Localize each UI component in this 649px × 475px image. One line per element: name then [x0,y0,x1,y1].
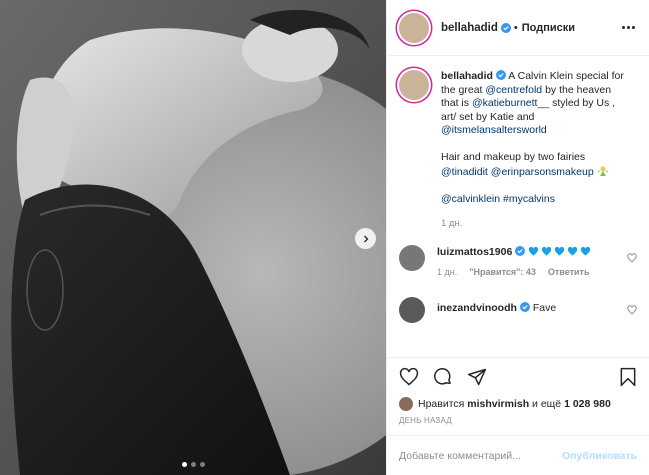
carousel-dot [181,462,187,467]
post-sidebar: bellahadid • Подписки bellahadid A Calvi… [386,0,649,475]
author-avatar[interactable] [399,12,429,43]
mention-link[interactable]: @tinadidit [441,166,488,178]
mention-link[interactable]: @erinparsonsmakeup [491,166,594,178]
comment-body: Fave [532,302,557,314]
post-header: bellahadid • Подписки [387,0,649,56]
caption-text: bellahadid A Calvin Klein special for th… [441,70,626,206]
caption-username[interactable]: bellahadid [441,70,493,82]
author-username[interactable]: bellahadid [441,22,498,34]
caption-text-4: Hair and makeup by two fairies [441,151,586,163]
comments-list[interactable]: bellahadid A Calvin Klein special for th… [387,56,649,357]
action-bar [387,357,649,395]
comment-username[interactable]: luizmattos1906 [437,246,512,258]
comment-item: luizmattos1906 1 дн. "Нравится": 43 Отве… [399,245,637,277]
blue-hearts [528,246,591,257]
comment-username[interactable]: inezandvinoodh [437,302,517,314]
blue-heart-icon [581,246,591,256]
post-date[interactable]: ДЕНЬ НАЗАД [387,413,649,435]
hashtag-link[interactable]: @calvinklein [441,193,500,205]
mention-link[interactable]: @katieburnett__ [472,97,549,109]
verified-badge-icon [495,70,506,80]
publish-button[interactable]: Опубликовать [562,450,637,462]
add-comment-bar: Опубликовать [387,435,649,475]
comment-item: inezandvinoodh Fave [399,297,637,323]
comment-meta: 1 дн. "Нравится": 43 Ответить [437,267,607,277]
comment-avatar[interactable] [399,297,425,323]
more-options-icon[interactable] [622,26,635,29]
liker-avatar[interactable] [399,397,413,411]
like-comment-icon[interactable] [627,305,637,315]
blue-heart-icon [568,246,578,256]
likes-prefix: Нравится [418,398,465,410]
comment-time[interactable]: 1 дн. [437,267,457,277]
verified-badge-icon [515,246,526,256]
comment-text: inezandvinoodh Fave [437,297,607,323]
caption-avatar[interactable] [399,70,429,100]
share-icon[interactable] [467,367,487,387]
likes-summary: Нравится mishvirmish и ещё 1 028 980 [387,395,649,413]
heart-icon[interactable] [399,367,419,387]
photo-image [0,0,386,475]
header-separator: • [513,21,518,34]
instagram-post: bellahadid • Подписки bellahadid A Calvi… [0,0,649,475]
reply-button[interactable]: Ответить [548,267,590,277]
verified-badge-icon [500,22,511,33]
carousel-dots [0,462,386,467]
following-button[interactable]: Подписки [522,22,575,34]
next-slide-button[interactable] [355,228,376,249]
caption: bellahadid A Calvin Klein special for th… [399,70,637,229]
carousel-dot [190,462,196,467]
like-comment-icon[interactable] [627,253,637,263]
comment-text: luizmattos1906 [437,245,607,259]
comment-input[interactable] [399,449,563,462]
carousel-dot [199,462,205,467]
hashtag-link[interactable]: #mycalvins [503,193,555,205]
liker-username[interactable]: mishvirmish [467,398,529,410]
verified-badge-icon [519,302,530,312]
mention-link[interactable]: @centrefold [485,84,542,96]
comment-icon[interactable] [433,367,453,387]
blue-heart-icon [555,246,565,256]
blue-heart-icon [542,246,552,256]
chevron-right-icon [363,235,368,242]
fairy-emoji-icon [597,166,608,176]
bookmark-icon[interactable] [619,367,637,387]
post-photo[interactable] [0,0,386,475]
likes-count[interactable]: 1 028 980 [564,398,611,410]
blue-heart-icon [529,246,539,256]
caption-time[interactable]: 1 дн. [441,218,626,229]
likes-suffix: и ещё [532,398,562,410]
comment-avatar[interactable] [399,245,425,271]
mention-link[interactable]: @itsmelansaltersworld [441,124,547,136]
comment-likes[interactable]: "Нравится": 43 [469,267,536,277]
